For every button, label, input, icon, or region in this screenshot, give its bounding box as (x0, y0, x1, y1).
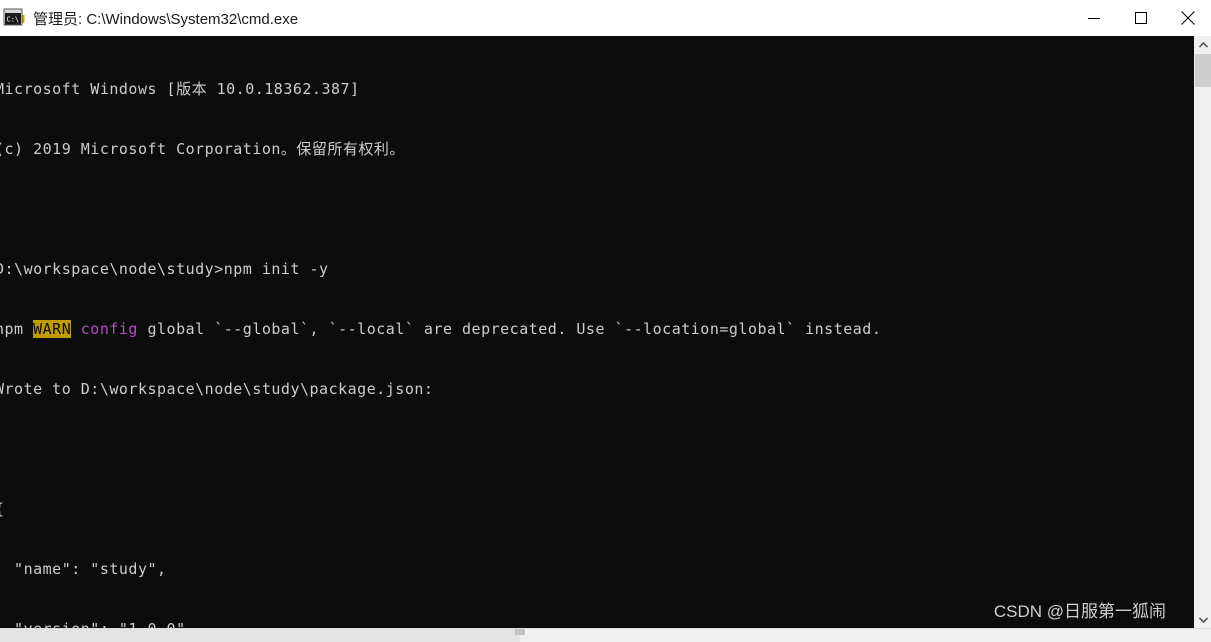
minimize-icon (1087, 18, 1100, 19)
scroll-down-arrow-icon (1199, 616, 1208, 623)
horizontal-scrollbar-thumb[interactable] (0, 629, 520, 642)
npm-prefix: npm (0, 320, 24, 338)
window-controls (1070, 0, 1211, 36)
config-keyword: config (80, 320, 138, 338)
console-line: { (0, 499, 881, 519)
horizontal-scrollbar-nub (515, 629, 525, 635)
console-line: Wrote to D:\workspace\node\study\package… (0, 380, 434, 398)
close-button[interactable] (1164, 0, 1211, 36)
warn-message: global `--global`, `--local` are depreca… (137, 320, 882, 338)
scroll-down-button[interactable] (1195, 611, 1211, 628)
console-line: "name": "study", (0, 560, 167, 578)
console-client-area[interactable]: Microsoft Windows [版本 10.0.18362.387] (c… (0, 36, 1194, 628)
horizontal-scrollbar[interactable] (0, 628, 1211, 642)
console-line: "version": "1.0.0", (0, 619, 881, 628)
svg-text:C:\: C:\ (7, 16, 20, 24)
scrollbar-track[interactable] (1195, 53, 1211, 611)
maximize-button[interactable] (1117, 0, 1164, 36)
cmd-exe-icon: C:\ (3, 8, 25, 26)
csdn-watermark: CSDN @日服第一狐闹 (993, 602, 1166, 621)
console-line: Microsoft Windows [版本 10.0.18362.387] (0, 80, 360, 98)
warn-badge: WARN (33, 320, 72, 338)
cmd-window: C:\ 管理员: C:\Windows\System32\cmd.exe Mic… (0, 0, 1211, 642)
scroll-up-arrow-icon (1199, 41, 1208, 48)
window-titlebar[interactable]: C:\ 管理员: C:\Windows\System32\cmd.exe (0, 0, 1211, 36)
scrollbar-thumb[interactable] (1195, 54, 1211, 87)
close-icon (1180, 11, 1195, 25)
vertical-scrollbar[interactable] (1194, 36, 1211, 628)
warn-space (71, 320, 81, 338)
console-line: (c) 2019 Microsoft Corporation。保留所有权利。 (0, 140, 405, 158)
scroll-up-button[interactable] (1195, 36, 1211, 53)
console-line-command: D:\workspace\node\study>npm init -y (0, 260, 329, 278)
console-output: Microsoft Windows [版本 10.0.18362.387] (c… (0, 39, 881, 628)
window-title: 管理员: C:\Windows\System32\cmd.exe (33, 10, 299, 28)
minimize-button[interactable] (1070, 0, 1117, 36)
maximize-icon (1134, 12, 1147, 24)
console-line-warning: npm WARN config global `--global`, `--lo… (0, 319, 881, 339)
